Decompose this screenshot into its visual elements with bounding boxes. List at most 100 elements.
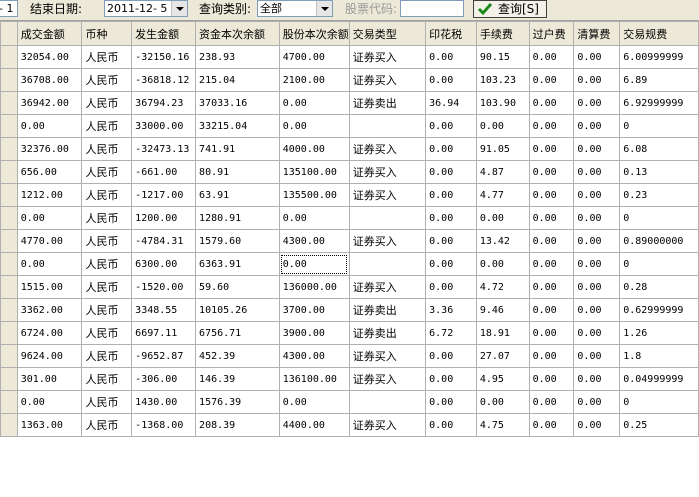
end-date-dropdown-icon[interactable] — [171, 1, 187, 16]
table-cell[interactable]: 0.00 — [573, 45, 621, 69]
table-cell[interactable]: 0.00 — [475, 390, 530, 414]
table-cell[interactable]: 6724.00 — [16, 321, 83, 345]
table-cell[interactable]: 146.39 — [195, 367, 280, 391]
table-cell[interactable]: 36.94 — [425, 91, 477, 115]
column-header[interactable]: 币种 — [81, 21, 133, 46]
table-cell[interactable] — [348, 252, 427, 276]
table-cell[interactable]: 1212.00 — [16, 183, 83, 207]
row-indicator[interactable] — [0, 413, 18, 437]
table-cell[interactable]: 0.00 — [573, 114, 621, 138]
table-cell[interactable]: 1200.00 — [131, 206, 197, 230]
table-cell[interactable]: 0.00 — [528, 183, 575, 207]
table-cell[interactable]: 0 — [619, 114, 699, 138]
table-cell[interactable]: -1368.00 — [131, 413, 197, 437]
table-row[interactable]: 301.00 人民币 -306.00 146.39 136100.00 证券买入 0.00 4… — [0, 367, 699, 391]
table-row[interactable]: 0.00 人民币 6300.00 6363.91 0.00 0.00 0.00 0.00 0.0… — [0, 252, 699, 276]
table-cell[interactable]: 208.39 — [195, 413, 280, 437]
table-cell[interactable]: 人民币 — [81, 321, 133, 345]
column-header[interactable]: 交易类型 — [348, 21, 427, 46]
table-cell[interactable]: 36794.23 — [131, 91, 197, 115]
table-cell[interactable]: 0.00 — [573, 160, 621, 184]
row-indicator[interactable] — [0, 229, 18, 253]
table-cell[interactable]: 0.00 — [425, 183, 477, 207]
table-cell[interactable]: 0.00 — [528, 275, 575, 299]
row-indicator[interactable] — [0, 45, 18, 69]
table-cell[interactable]: 4.75 — [475, 413, 530, 437]
table-cell[interactable]: 33215.04 — [195, 114, 280, 138]
table-cell[interactable]: 103.23 — [475, 68, 530, 92]
row-indicator[interactable] — [0, 183, 18, 207]
table-cell[interactable]: 4.72 — [475, 275, 530, 299]
table-cell[interactable]: -9652.87 — [131, 344, 197, 368]
table-cell[interactable]: 9624.00 — [16, 344, 83, 368]
table-cell[interactable]: 0.00 — [425, 45, 477, 69]
table-cell[interactable]: 0.00 — [528, 229, 575, 253]
table-cell[interactable]: 1579.60 — [195, 229, 280, 253]
stock-code-input[interactable] — [400, 0, 464, 17]
table-cell[interactable]: 4.95 — [475, 367, 530, 391]
table-cell[interactable]: 0.00 — [528, 137, 575, 161]
table-cell[interactable]: 0.00 — [425, 413, 477, 437]
table-cell[interactable]: 0.00 — [573, 252, 621, 276]
table-cell[interactable]: 6756.71 — [195, 321, 280, 345]
table-cell[interactable]: 人民币 — [81, 390, 133, 414]
table-cell[interactable]: 0 — [619, 390, 699, 414]
row-indicator[interactable] — [0, 114, 18, 138]
table-cell[interactable]: 0.00 — [528, 160, 575, 184]
table-cell[interactable]: 0.00 — [573, 298, 621, 322]
table-cell[interactable]: 452.39 — [195, 344, 280, 368]
table-cell[interactable]: 0.00 — [528, 390, 575, 414]
table-cell[interactable]: 人民币 — [81, 298, 133, 322]
table-cell[interactable]: 0.00 — [573, 183, 621, 207]
table-cell[interactable]: 36942.00 — [16, 91, 83, 115]
table-cell[interactable]: 0.62999999 — [619, 298, 699, 322]
table-cell[interactable]: 0.00 — [573, 321, 621, 345]
table-cell[interactable]: 0.00 — [528, 321, 575, 345]
table-cell[interactable]: 0.00 — [573, 413, 621, 437]
table-cell[interactable]: 人民币 — [81, 160, 133, 184]
table-cell[interactable]: 0.00 — [528, 45, 575, 69]
row-indicator[interactable] — [0, 321, 18, 345]
table-cell[interactable]: 6300.00 — [131, 252, 197, 276]
column-header[interactable]: 资金本次余额 — [195, 21, 280, 46]
table-cell[interactable]: 13.42 — [475, 229, 530, 253]
table-cell[interactable]: 0.00 — [528, 206, 575, 230]
table-cell[interactable]: 238.93 — [195, 45, 280, 69]
table-cell[interactable]: 0.00 — [573, 91, 621, 115]
column-header[interactable]: 成交金额 — [16, 21, 83, 46]
row-indicator[interactable] — [0, 367, 18, 391]
table-row[interactable]: 3362.00 人民币 3348.55 10105.26 3700.00 证券卖出 3.36… — [0, 298, 699, 322]
table-row[interactable]: 0.00 人民币 1200.00 1280.91 0.00 0.00 0.00 0.00 0.0… — [0, 206, 699, 230]
table-cell[interactable]: 6697.11 — [131, 321, 197, 345]
table-cell[interactable]: 0 — [619, 252, 699, 276]
table-cell[interactable]: 证券买入 — [348, 160, 427, 184]
table-row[interactable]: 36942.00 人民币 36794.23 37033.16 0.00 证券卖出 36.94… — [0, 91, 699, 115]
table-cell[interactable]: 人民币 — [81, 344, 133, 368]
table-cell[interactable]: 301.00 — [16, 367, 83, 391]
table-cell[interactable]: 0.00 — [16, 206, 83, 230]
table-cell[interactable]: 80.91 — [195, 160, 280, 184]
table-cell[interactable]: 4400.00 — [278, 413, 350, 437]
table-cell[interactable]: 3700.00 — [278, 298, 350, 322]
table-cell[interactable]: -4784.31 — [131, 229, 197, 253]
table-cell[interactable]: 136100.00 — [278, 367, 350, 391]
table-cell[interactable]: 0.00 — [573, 229, 621, 253]
table-cell[interactable]: 10105.26 — [195, 298, 280, 322]
table-cell[interactable]: 0.00 — [278, 390, 350, 414]
table-cell[interactable]: 1.8 — [619, 344, 699, 368]
column-header[interactable]: 交易规费 — [619, 21, 699, 46]
table-cell[interactable]: 136000.00 — [278, 275, 350, 299]
table-cell[interactable]: 0.00 — [573, 137, 621, 161]
table-cell[interactable]: -36818.12 — [131, 68, 197, 92]
table-cell[interactable]: 32376.00 — [16, 137, 83, 161]
table-cell[interactable]: 0.00 — [425, 68, 477, 92]
table-cell[interactable]: -306.00 — [131, 367, 197, 391]
row-indicator[interactable] — [0, 68, 18, 92]
table-cell[interactable]: 4.87 — [475, 160, 530, 184]
table-row[interactable]: 0.00 人民币 1430.00 1576.39 0.00 0.00 0.00 0.00 0.0… — [0, 390, 699, 414]
column-header[interactable]: 清算费 — [573, 21, 621, 46]
table-cell[interactable]: 1430.00 — [131, 390, 197, 414]
table-cell[interactable]: 32054.00 — [16, 45, 83, 69]
table-cell[interactable]: 36708.00 — [16, 68, 83, 92]
table-cell[interactable]: 人民币 — [81, 252, 133, 276]
